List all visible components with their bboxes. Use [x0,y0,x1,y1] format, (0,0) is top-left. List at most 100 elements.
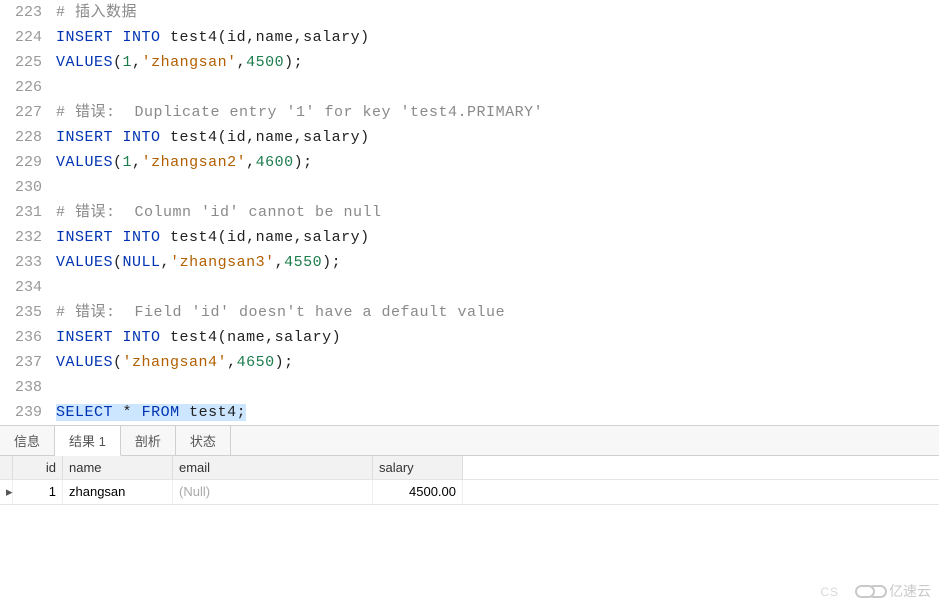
token-pn: , [246,129,256,146]
token-pn: , [294,229,304,246]
token-pn: ( [113,254,123,271]
col-header-id[interactable]: id [13,456,63,479]
line-number: 231 [0,200,56,225]
code-line[interactable]: 224INSERT INTO test4(id,name,salary) [0,25,939,50]
code-line[interactable]: 227# 错误: Duplicate entry '1' for key 'te… [0,100,939,125]
line-number: 227 [0,100,56,125]
code-content[interactable] [56,275,939,300]
code-content[interactable]: INSERT INTO test4(id,name,salary) [56,25,939,50]
code-content[interactable]: # 错误: Duplicate entry '1' for key 'test4… [56,100,939,125]
token-pn: ); [294,154,313,171]
code-line[interactable]: 225VALUES(1,'zhangsan',4500); [0,50,939,75]
token-pn: ( [113,154,123,171]
code-line[interactable]: 228INSERT INTO test4(id,name,salary) [0,125,939,150]
token-pn: , [294,29,304,46]
code-content[interactable]: INSERT INTO test4(name,salary) [56,325,939,350]
token-kw: VALUES [56,254,113,271]
csdn-watermark: CS [820,585,839,599]
token-pn [113,329,123,346]
code-line[interactable]: 229VALUES(1,'zhangsan2',4600); [0,150,939,175]
tab-1[interactable]: 结果 1 [55,426,121,456]
token-id: id [227,229,246,246]
token-pn: ) [360,229,370,246]
code-editor[interactable]: 223# 插入数据224INSERT INTO test4(id,name,sa… [0,0,939,425]
result-grid[interactable]: id name email salary ▸ 1 zhangsan (Null)… [0,456,939,505]
token-pn: , [246,29,256,46]
cell-salary[interactable]: 4500.00 [373,480,463,504]
token-pn: , [227,354,237,371]
token-pn [113,129,123,146]
token-num: 1 [123,54,133,71]
line-number: 235 [0,300,56,325]
code-line[interactable]: 238 [0,375,939,400]
cell-email[interactable]: (Null) [173,480,373,504]
cloud-icon [855,585,875,598]
code-content[interactable]: # 错误: Column 'id' cannot be null [56,200,939,225]
token-str: 'zhangsan2' [142,154,247,171]
code-line[interactable]: 235# 错误: Field 'id' doesn't have a defau… [0,300,939,325]
token-pn: ); [275,354,294,371]
code-line[interactable]: 223# 插入数据 [0,0,939,25]
col-header-email[interactable]: email [173,456,373,479]
row-marker-header [0,456,13,479]
code-content[interactable] [56,175,939,200]
token-id: name [256,229,294,246]
token-pn: ( [113,54,123,71]
token-kw: INSERT [56,29,113,46]
code-line[interactable]: 237VALUES('zhangsan4',4650); [0,350,939,375]
token-cmt: # 错误: Duplicate entry '1' for key 'test4… [56,104,543,121]
code-line[interactable]: 234 [0,275,939,300]
cell-id[interactable]: 1 [13,480,63,504]
tab-2[interactable]: 剖析 [121,426,176,455]
token-pn: , [246,229,256,246]
token-kw: INTO [123,229,161,246]
tab-3[interactable]: 状态 [176,426,231,455]
code-content[interactable]: VALUES(1,'zhangsan',4500); [56,50,939,75]
table-row[interactable]: ▸ 1 zhangsan (Null) 4500.00 [0,480,939,505]
token-cmt: # 错误: Column 'id' cannot be null [56,204,382,221]
line-number: 230 [0,175,56,200]
token-pn: , [294,129,304,146]
code-content[interactable]: # 错误: Field 'id' doesn't have a default … [56,300,939,325]
code-content[interactable]: VALUES(NULL,'zhangsan3',4550); [56,250,939,275]
token-pn: , [237,54,247,71]
token-id: name [227,329,265,346]
code-content[interactable]: VALUES(1,'zhangsan2',4600); [56,150,939,175]
code-content[interactable]: VALUES('zhangsan4',4650); [56,350,939,375]
token-id: salary [303,129,360,146]
token-id: salary [303,229,360,246]
code-line[interactable]: 232INSERT INTO test4(id,name,salary) [0,225,939,250]
code-content[interactable] [56,75,939,100]
code-content[interactable]: # 插入数据 [56,0,939,25]
code-line[interactable]: 239SELECT * FROM test4; [0,400,939,425]
line-number: 223 [0,0,56,25]
col-header-salary[interactable]: salary [373,456,463,479]
tab-0[interactable]: 信息 [0,426,55,455]
code-line[interactable]: 231# 错误: Column 'id' cannot be null [0,200,939,225]
token-kw: VALUES [56,154,113,171]
code-line[interactable]: 236INSERT INTO test4(name,salary) [0,325,939,350]
code-content[interactable] [56,375,939,400]
token-id: test4 [161,129,218,146]
token-kw: VALUES [56,54,113,71]
token-id: id [227,29,246,46]
token-id: salary [275,329,332,346]
col-header-name[interactable]: name [63,456,173,479]
token-kw: SELECT [56,404,113,421]
code-line[interactable]: 226 [0,75,939,100]
code-content[interactable]: INSERT INTO test4(id,name,salary) [56,125,939,150]
line-number: 233 [0,250,56,275]
code-content[interactable]: INSERT INTO test4(id,name,salary) [56,225,939,250]
token-pn: ( [218,229,228,246]
token-pn [132,404,142,421]
code-line[interactable]: 233VALUES(NULL,'zhangsan3',4550); [0,250,939,275]
token-id: name [256,29,294,46]
line-number: 234 [0,275,56,300]
code-line[interactable]: 230 [0,175,939,200]
token-pn: , [246,154,256,171]
token-kw: INTO [123,329,161,346]
line-number: 228 [0,125,56,150]
code-content[interactable]: SELECT * FROM test4; [56,400,939,425]
token-id: test4 [161,29,218,46]
cell-name[interactable]: zhangsan [63,480,173,504]
